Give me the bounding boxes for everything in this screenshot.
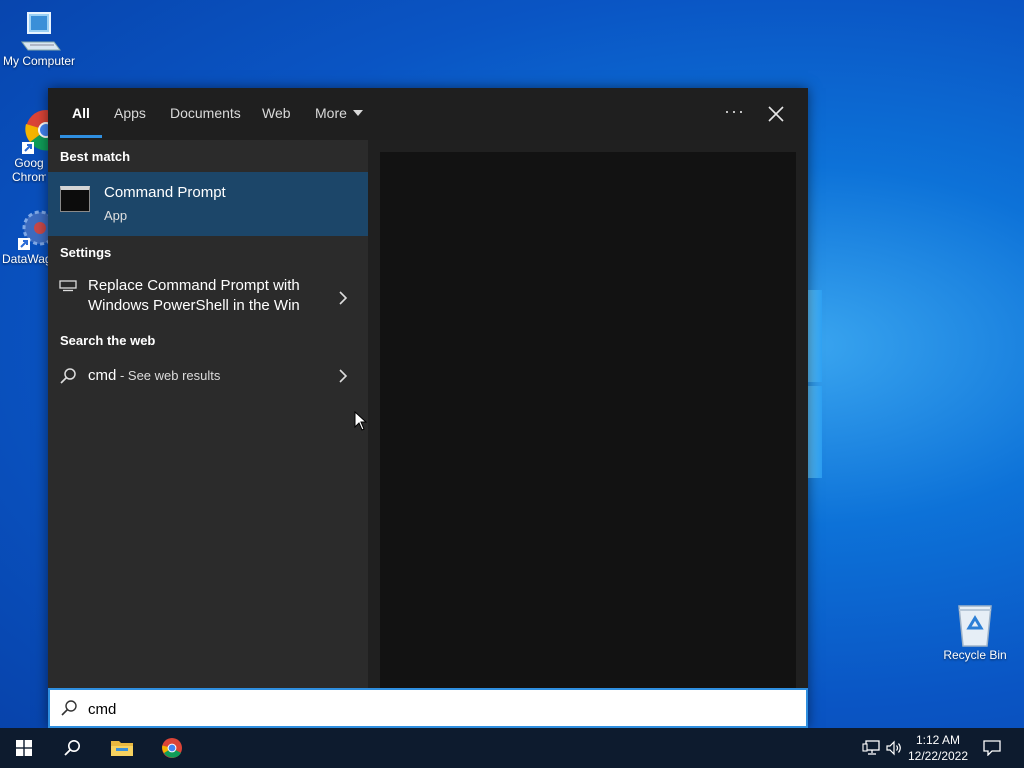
tab-apps[interactable]: Apps (114, 88, 146, 140)
setting-item-text: Replace Command Prompt with Windows Powe… (88, 276, 318, 316)
chevron-right-icon (339, 291, 348, 305)
desktop-icon-label: DataWag (2, 252, 52, 266)
network-icon[interactable] (862, 740, 880, 756)
setting-item-line1: Replace Command Prompt with (88, 277, 300, 294)
tab-label: Apps (114, 105, 146, 121)
desktop-icon-chrome[interactable]: Goog Chrom (0, 108, 58, 184)
result-title: Command Prompt (104, 184, 226, 201)
command-prompt-icon (60, 186, 90, 212)
tab-label: All (72, 105, 90, 121)
search-icon (64, 740, 80, 756)
web-result-suffix: - See web results (116, 368, 221, 383)
search-input[interactable] (88, 698, 768, 720)
tab-more[interactable]: More (315, 88, 363, 140)
tab-documents[interactable]: Documents (170, 88, 241, 140)
folder-icon (111, 741, 133, 756)
chrome-icon (162, 738, 182, 758)
tab-label: Documents (170, 105, 241, 121)
section-settings: Settings (60, 245, 112, 260)
taskbar-file-explorer[interactable] (98, 728, 146, 768)
search-tabs-bar: All Apps Documents Web More ··· (48, 88, 808, 140)
results-list: Best match Command Prompt App Settings R… (48, 140, 368, 688)
result-subtitle: App (104, 208, 128, 223)
close-icon[interactable] (764, 102, 788, 126)
setting-item-line2: Windows PowerShell in the Win (88, 297, 300, 314)
monitor-icon (59, 280, 77, 292)
desktop-icon-datawag[interactable]: DataWag (0, 206, 54, 266)
mouse-cursor-icon (354, 411, 368, 431)
section-search-web: Search the web (60, 333, 156, 348)
volume-icon[interactable] (886, 740, 902, 756)
web-result-cmd[interactable]: cmd - See web results (48, 366, 368, 390)
section-best-match: Best match (60, 149, 131, 164)
tab-label: More (315, 105, 347, 121)
recycle-bin-icon (958, 605, 992, 647)
datawag-icon (18, 210, 54, 250)
desktop-logo-pane-bottom (808, 386, 822, 478)
tab-web[interactable]: Web (262, 88, 291, 140)
preview-pane (380, 152, 796, 688)
setting-item-replace-cmd[interactable]: Replace Command Prompt with Windows Powe… (48, 276, 368, 320)
taskbar-search-button[interactable] (48, 728, 96, 768)
windows-logo-icon (16, 740, 32, 756)
search-bar[interactable] (48, 688, 808, 728)
tab-all[interactable]: All (60, 88, 102, 140)
more-options-button[interactable]: ··· (724, 88, 745, 140)
clock-date: 12/22/2022 (907, 749, 969, 763)
best-match-command-prompt[interactable]: Command Prompt App (48, 172, 368, 236)
desktop-icon-recycle-bin[interactable]: Recycle Bin (937, 602, 1013, 662)
desktop-icon-label: Recycle Bin (943, 648, 1007, 662)
clock-time: 1:12 AM (915, 733, 961, 747)
notifications-icon[interactable] (983, 740, 1001, 756)
taskbar-clock[interactable]: 1:12 AM 12/22/2022 (906, 732, 970, 764)
search-icon (61, 700, 77, 716)
desktop-logo-pane-top (808, 290, 822, 382)
desktop-icon-label: My Computer (2, 54, 76, 68)
desktop-icon-label: Goog Chrom (12, 156, 46, 184)
desktop-icon-my-computer[interactable]: My Computer (1, 10, 77, 68)
start-button[interactable] (0, 728, 48, 768)
taskbar: 1:12 AM 12/22/2022 (0, 728, 1024, 768)
computer-icon (21, 12, 61, 51)
search-icon (60, 368, 76, 384)
taskbar-chrome[interactable] (148, 728, 196, 768)
web-query: cmd (88, 367, 117, 384)
caret-down-icon (352, 110, 363, 116)
search-panel: All Apps Documents Web More ··· Best mat… (48, 88, 808, 728)
web-result-text: cmd - See web results (88, 366, 220, 386)
tab-label: Web (262, 105, 291, 121)
chevron-right-icon (339, 369, 348, 383)
